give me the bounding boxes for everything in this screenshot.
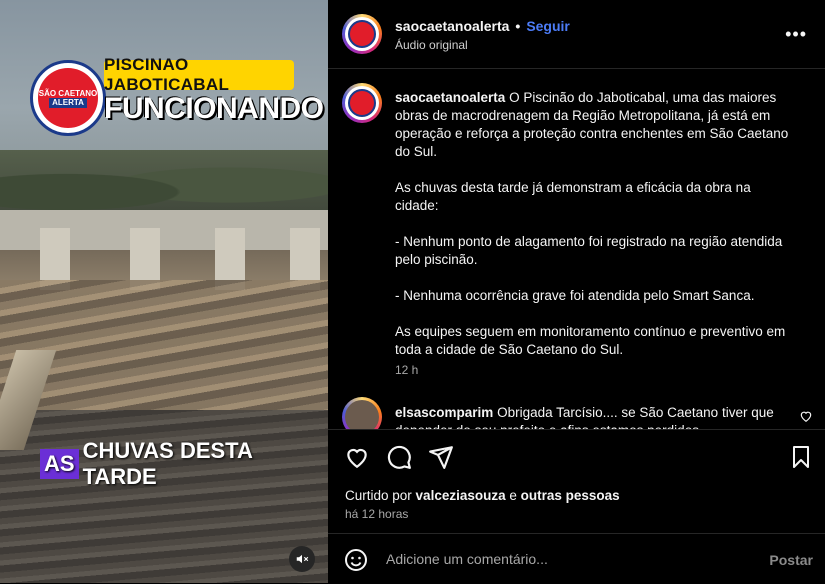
caption-body: O Piscinão do Jaboticabal, uma das maior… <box>395 90 789 357</box>
action-bar <box>344 444 454 470</box>
logo-line1: SÃO CAETANO <box>38 88 98 98</box>
comments-scroll-area[interactable]: saocaetanoalerta O Piscinão do Jaboticab… <box>328 69 825 429</box>
video-title-main: FUNCIONANDO <box>104 92 324 125</box>
comment-icon[interactable] <box>386 444 412 470</box>
comment-item: elsascomparim Obrigada Tarcísio.... se S… <box>395 404 795 429</box>
post-side-panel: saocaetanoalerta • Seguir Áudio original… <box>328 0 825 583</box>
more-options-button[interactable]: ••• <box>785 24 807 45</box>
logo-line2: ALERTA <box>49 97 87 108</box>
caption-author-avatar[interactable] <box>342 83 382 123</box>
video-caption-text: CHUVAS DESTA TARDE <box>82 438 253 489</box>
speaker-muted-icon <box>296 554 309 564</box>
likes-middle: e <box>505 488 521 503</box>
video-water-dark <box>0 410 328 583</box>
likes-user[interactable]: valceziasouza <box>416 488 506 503</box>
header-separator: • <box>515 18 521 34</box>
video-caption-highlight: AS <box>40 449 79 479</box>
post-caption: saocaetanoalerta O Piscinão do Jaboticab… <box>395 89 795 359</box>
likes-summary: Curtido por valceziasouza e outras pesso… <box>345 488 620 503</box>
caption-author[interactable]: saocaetanoalerta <box>395 90 505 105</box>
author-avatar[interactable] <box>342 14 382 54</box>
comment-author[interactable]: elsascomparim <box>395 405 493 420</box>
video-water-turbulent <box>0 280 328 410</box>
bookmark-icon[interactable] <box>789 444 813 470</box>
post-header: saocaetanoalerta • Seguir Áudio original… <box>328 0 825 69</box>
like-icon[interactable] <box>344 444 370 470</box>
post-comment-button[interactable]: Postar <box>769 552 813 568</box>
post-time[interactable]: 12 h <box>395 363 418 377</box>
likes-prefix: Curtido por <box>345 488 416 503</box>
actions-divider <box>328 429 825 430</box>
commenter-avatar[interactable] <box>342 397 382 429</box>
video-title-banner: PISCINAO JABOTICABAL <box>104 55 294 94</box>
audio-link[interactable]: Áudio original <box>395 38 468 52</box>
sao-caetano-alerta-logo: SÃO CAETANO ALERTA <box>30 60 106 136</box>
comment-like-icon[interactable] <box>799 409 813 423</box>
author-username[interactable]: saocaetanoalerta <box>395 18 509 34</box>
share-icon[interactable] <box>428 444 454 470</box>
video-caption: AS CHUVAS DESTA TARDE <box>40 438 328 490</box>
post-date: há 12 horas <box>345 507 409 521</box>
mute-button[interactable] <box>289 546 315 572</box>
likes-others[interactable]: outras pessoas <box>521 488 620 503</box>
comment-input[interactable] <box>384 550 758 568</box>
follow-button[interactable]: Seguir <box>526 18 570 34</box>
reel-video[interactable]: SÃO CAETANO ALERTA PISCINAO JABOTICABAL … <box>0 0 328 583</box>
emoji-icon[interactable] <box>344 548 368 572</box>
